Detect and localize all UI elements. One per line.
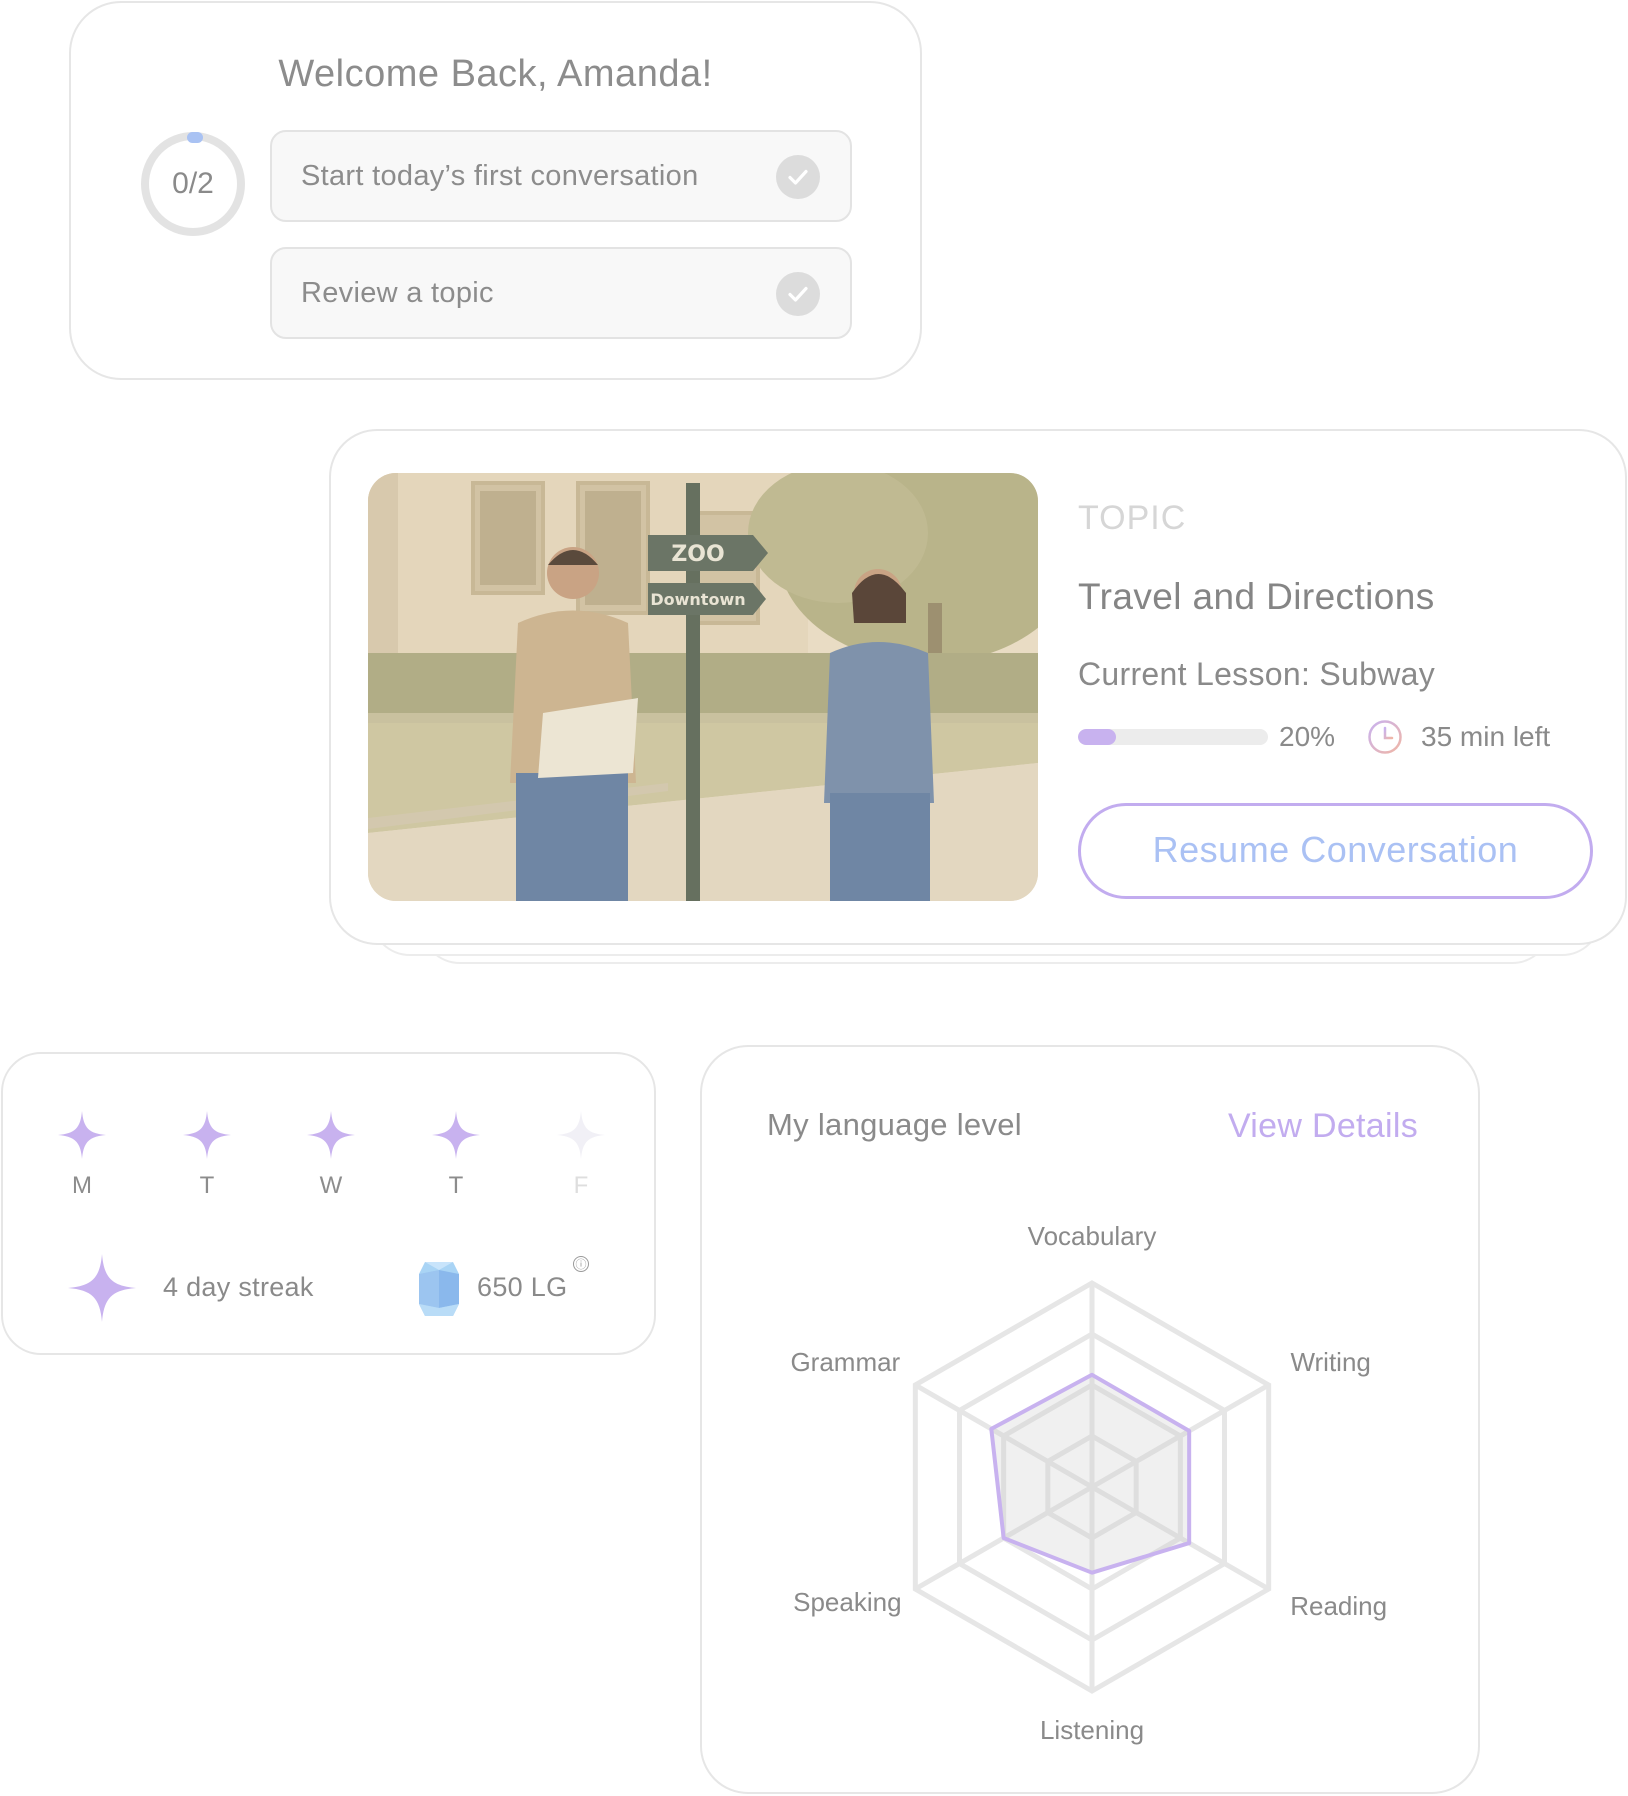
radar-axis-label: Vocabulary <box>1028 1221 1157 1251</box>
streak-day-label: M <box>72 1172 92 1199</box>
radar-axis-label: Grammar <box>790 1347 900 1377</box>
streak-day-label: F <box>573 1172 589 1199</box>
streak-day: F <box>551 1110 611 1200</box>
streak-card: M T W T F 4 day streak 650 LG ⓘ <box>1 1052 656 1355</box>
sparkle-star-icon <box>557 1111 605 1159</box>
lesson-progress-bar <box>1078 729 1268 745</box>
language-radar-chart: Vocabulary Writing Reading Listening Speakin… <box>790 1221 1387 1745</box>
sparkle-star-icon <box>183 1111 231 1159</box>
streak-day: T <box>177 1110 237 1200</box>
sign-downtown: Downtown <box>650 590 745 609</box>
resume-conversation-button[interactable]: Resume Conversation <box>1078 803 1593 899</box>
topic-kicker: TOPIC <box>1078 499 1187 537</box>
streak-day-label: W <box>319 1172 343 1199</box>
streak-day: T <box>426 1110 486 1200</box>
welcome-title: Welcome Back, Amanda! <box>278 53 713 95</box>
lesson-progress-fill <box>1078 729 1116 745</box>
lesson-progress-percent: 20% <box>1279 721 1336 752</box>
radar-axis-label: Speaking <box>793 1587 901 1617</box>
streak-day-label: T <box>448 1172 464 1199</box>
streak-star-icon <box>68 1254 136 1322</box>
radar-series-area <box>989 1372 1192 1575</box>
sparkle-star-icon <box>58 1111 106 1159</box>
radar-axis-label: Listening <box>1040 1715 1144 1745</box>
streak-day: W <box>301 1110 361 1200</box>
sparkle-star-icon <box>432 1111 480 1159</box>
streak-day: M <box>52 1110 112 1200</box>
topic-card: ZOO Downtown TOPIC Travel and Directions… <box>329 429 1627 945</box>
current-lesson: Current Lesson: Subway <box>1078 656 1436 692</box>
radar-axis-label: Reading <box>1290 1591 1387 1621</box>
welcome-card: Welcome Back, Amanda! 0/2 Start today’s … <box>69 1 922 380</box>
task-label: Start today’s first conversation <box>301 160 699 192</box>
daily-progress-label: 0/2 <box>172 167 214 200</box>
gem-icon <box>419 1262 459 1316</box>
sparkle-star-icon <box>307 1111 355 1159</box>
task-label: Review a topic <box>301 277 494 309</box>
info-icon[interactable]: ⓘ <box>573 1256 589 1272</box>
time-left: 35 min left <box>1421 721 1551 752</box>
radar-axis-label: Writing <box>1290 1347 1370 1377</box>
streak-count: 4 day streak <box>163 1272 314 1302</box>
task-start-conversation[interactable]: Start today’s first conversation <box>270 130 852 222</box>
topic-title: Travel and Directions <box>1078 576 1435 617</box>
streak-day-label: T <box>199 1172 215 1199</box>
points-balance: 650 LG <box>477 1272 568 1302</box>
language-level-card: My language level View Details Vocabular… <box>700 1045 1480 1794</box>
sign-zoo: ZOO <box>671 542 724 567</box>
check-icon[interactable] <box>776 272 820 316</box>
check-icon[interactable] <box>776 155 820 199</box>
clock-icon <box>1368 720 1402 754</box>
task-review-topic[interactable]: Review a topic <box>270 247 852 339</box>
topic-photo: ZOO Downtown <box>368 473 1038 901</box>
